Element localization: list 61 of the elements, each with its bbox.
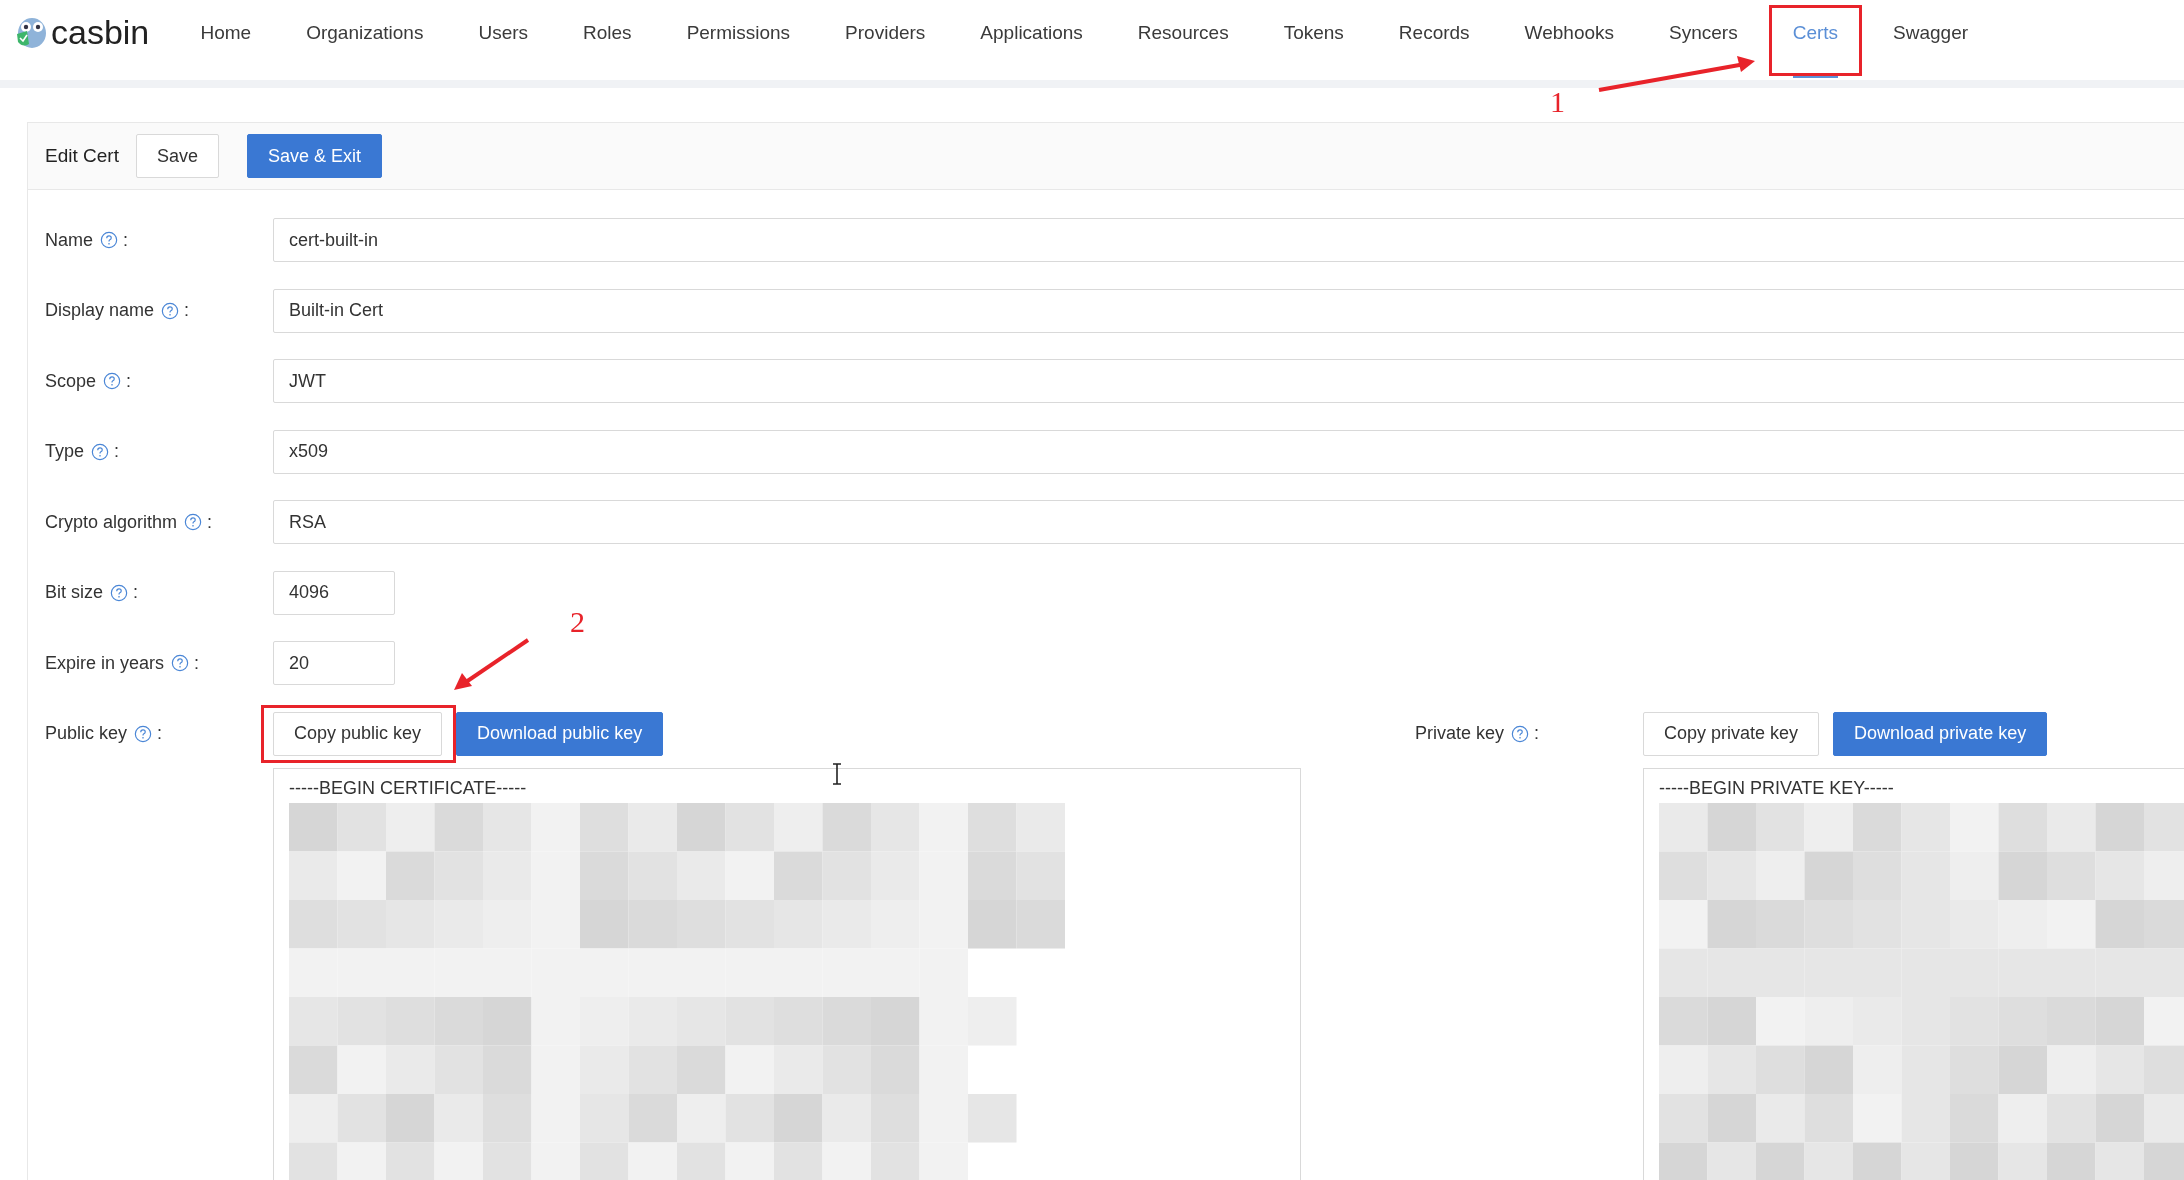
field-label: Public key (45, 723, 128, 744)
label-colon: : (184, 300, 190, 321)
card-title: Edit Cert (45, 145, 119, 167)
nav-tab[interactable]: Organizations (278, 0, 451, 80)
copy-key-button[interactable]: Copy private key (1643, 711, 1820, 756)
save-button[interactable]: Save (135, 134, 219, 178)
field-label: Display name (45, 300, 155, 321)
field-label: Bit size (45, 582, 104, 603)
nav-tab[interactable]: Providers (817, 0, 953, 80)
help-icon[interactable] (1511, 724, 1530, 743)
help-icon[interactable] (161, 301, 180, 320)
text-input-field[interactable]: JWT (273, 359, 2184, 403)
nav-tab[interactable]: Swagger (1865, 0, 1996, 80)
nav-tab[interactable]: Roles (555, 0, 660, 80)
nav-tab[interactable]: Resources (1110, 0, 1257, 80)
text-input-field[interactable]: Built-in Cert (273, 288, 2184, 333)
copy-key-button[interactable]: Copy public key (273, 711, 443, 756)
label-colon: : (126, 370, 132, 392)
nav-tab[interactable]: Home (173, 0, 279, 80)
help-icon[interactable] (103, 372, 122, 390)
nav-tab[interactable]: Webhooks (1497, 0, 1642, 80)
key-text-area[interactable]: -----BEGIN PRIVATE KEY----- (1643, 767, 2184, 1180)
nav-tab[interactable]: Records (1371, 0, 1498, 80)
logo-text: casbin (51, 12, 150, 52)
annotation-number: 2 (570, 606, 585, 638)
text-input-field[interactable]: x509 (273, 429, 2184, 474)
label-colon: : (157, 723, 163, 744)
text-input-field[interactable]: RSA (273, 500, 2184, 544)
help-icon[interactable] (91, 442, 110, 461)
label-colon: : (194, 652, 200, 674)
key-header-line: -----BEGIN CERTIFICATE----- (289, 776, 528, 800)
nav-tab[interactable]: Tokens (1256, 0, 1372, 80)
key-header-line: -----BEGIN PRIVATE KEY----- (1659, 776, 1895, 800)
help-icon[interactable] (100, 231, 118, 249)
help-icon[interactable] (184, 513, 203, 531)
text-input-field[interactable]: 20 (273, 641, 395, 685)
annotation-number: 1 (1550, 86, 1565, 118)
label-colon: : (114, 441, 120, 462)
help-icon[interactable] (110, 583, 129, 602)
field-label: Scope (45, 370, 97, 392)
field-label: Crypto algorithm (45, 511, 178, 533)
download-key-button[interactable]: Download private key (1833, 711, 2048, 756)
text-input-field[interactable]: cert-built-in (273, 218, 2184, 262)
field-label: Expire in years (45, 652, 165, 674)
field-label: Private key (1415, 723, 1505, 744)
nav-tab[interactable]: Users (450, 0, 556, 80)
label-colon: : (1534, 723, 1540, 744)
nav-tab[interactable]: Syncers (1641, 0, 1766, 80)
download-key-button[interactable]: Download public key (456, 711, 664, 756)
field-label: Type (45, 441, 85, 462)
nav-tab[interactable]: Permissions (659, 0, 818, 80)
field-label: Name (45, 229, 93, 251)
save-exit-button[interactable]: Save & Exit (246, 134, 382, 178)
nav-tab[interactable]: Applications (952, 0, 1111, 80)
label-colon: : (133, 582, 139, 603)
help-icon[interactable] (134, 724, 153, 743)
label-colon: : (207, 511, 213, 533)
help-icon[interactable] (171, 654, 190, 672)
label-colon: : (123, 229, 129, 251)
text-input-field[interactable]: 4096 (273, 570, 395, 615)
text-cursor-icon (832, 762, 842, 785)
